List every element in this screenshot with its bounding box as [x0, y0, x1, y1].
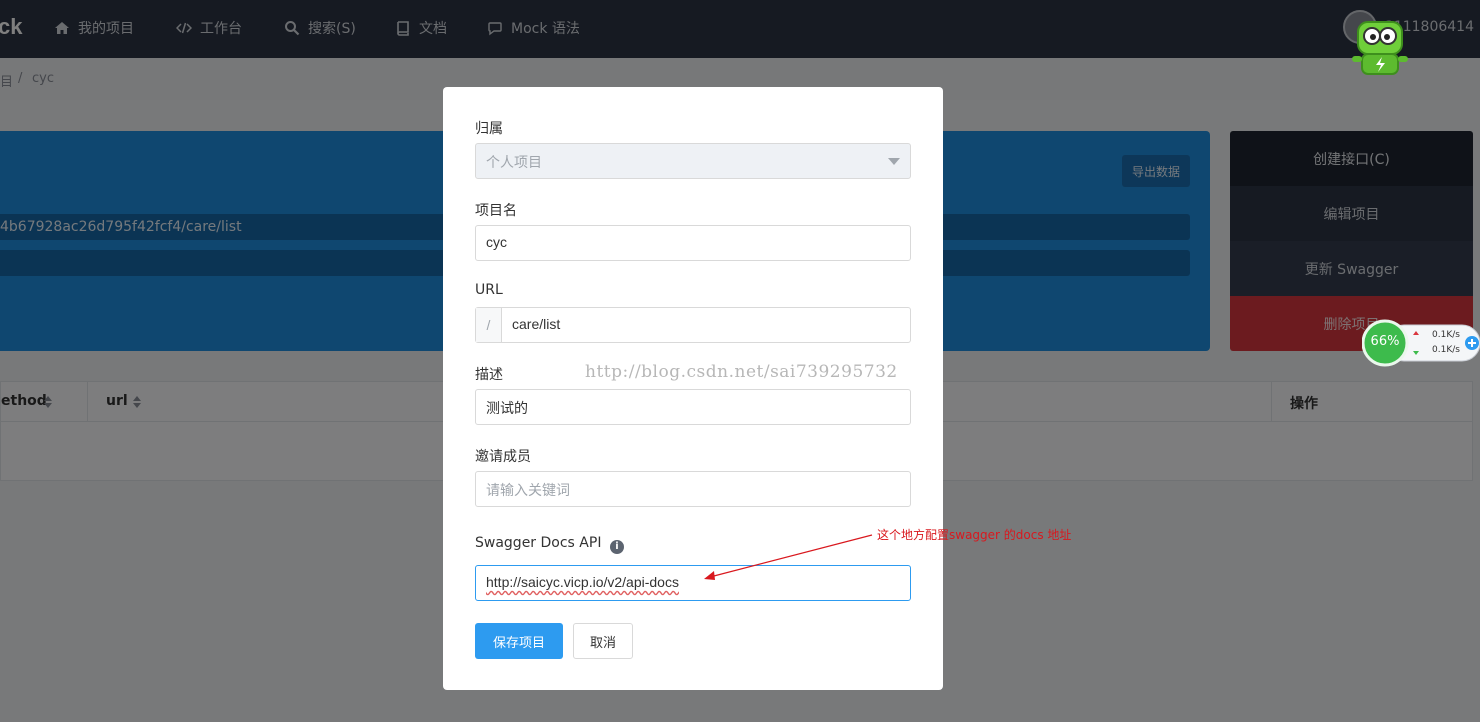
project-name-label: 项目名: [475, 203, 517, 219]
url-prefix: /: [476, 308, 502, 342]
watermark: http://blog.csdn.net/sai739295732: [585, 362, 898, 382]
owner-select[interactable]: 个人项目: [475, 143, 911, 179]
download-speed: 0.1K/s: [1432, 345, 1460, 355]
description-input[interactable]: 测试的: [475, 389, 911, 425]
save-project-button[interactable]: 保存项目: [475, 623, 563, 659]
description-label: 描述: [475, 367, 503, 383]
speed-percent: 66%: [1370, 334, 1400, 349]
chevron-down-icon: [888, 158, 900, 165]
url-input-value: care/list: [512, 316, 561, 332]
cancel-button[interactable]: 取消: [573, 623, 633, 659]
url-label: URL: [475, 282, 503, 298]
url-input[interactable]: / care/list: [475, 307, 911, 343]
annotation-arrow-icon: [704, 534, 873, 580]
info-icon[interactable]: i: [609, 540, 624, 554]
owner-label: 归属: [475, 121, 503, 137]
edit-project-modal: 归属 个人项目 项目名 cyc URL / care/list 描述 测试的 邀…: [443, 87, 943, 690]
swagger-label-text: Swagger Docs API: [475, 535, 602, 551]
owner-select-value: 个人项目: [486, 154, 542, 170]
swagger-label: Swagger Docs API i: [475, 535, 624, 554]
swagger-docs-value: http://saicyc.vicp.io/v2/api-docs: [486, 574, 679, 590]
upload-speed: 0.1K/s: [1432, 330, 1460, 340]
robot-mascot-icon: [1352, 21, 1408, 75]
members-label: 邀请成员: [475, 449, 531, 465]
project-name-input[interactable]: cyc: [475, 225, 911, 261]
members-search-input[interactable]: 请输入关键词: [475, 471, 911, 507]
annotation-note: 这个地方配置swagger 的docs 地址: [877, 528, 1072, 542]
